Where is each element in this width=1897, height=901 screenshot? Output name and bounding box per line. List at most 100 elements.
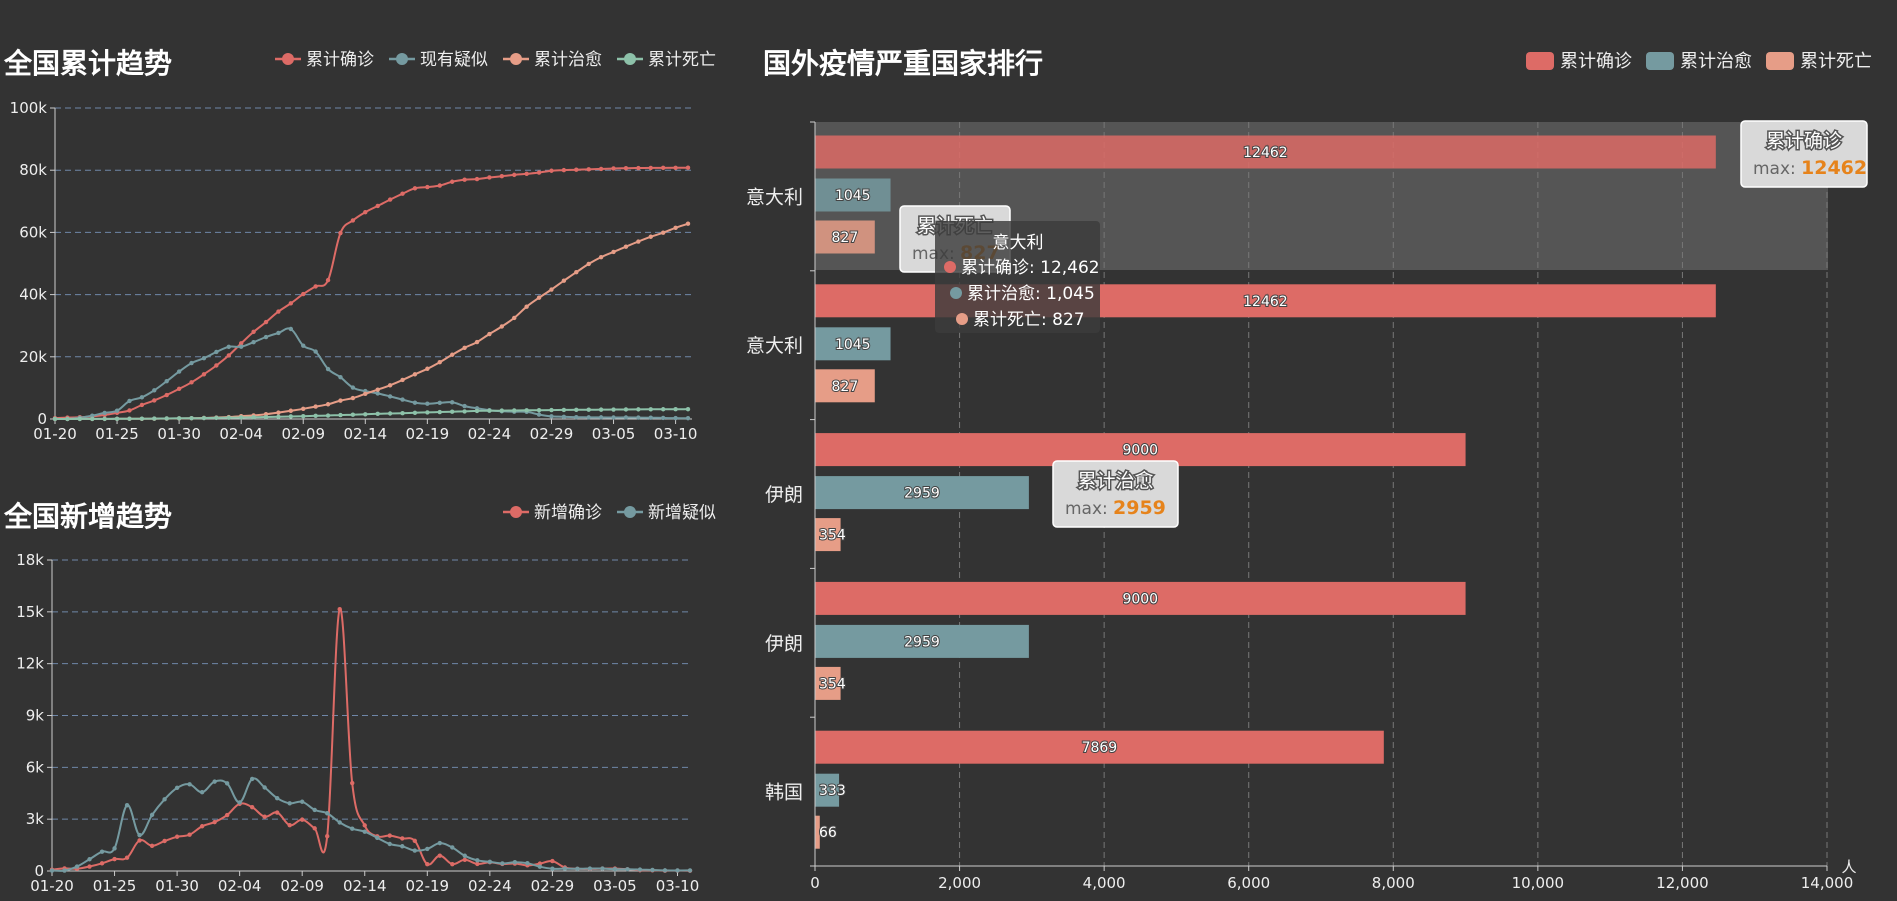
data-point	[412, 410, 418, 415]
legend-label: 累计确诊	[1560, 51, 1632, 72]
category-label: 意大利	[746, 335, 803, 357]
data-point	[301, 406, 306, 411]
x-tick-label: 01-20	[30, 877, 74, 895]
tooltip-row: 累计死亡: 827	[973, 310, 1085, 330]
data-point	[449, 179, 455, 184]
x-tick-label: 02-19	[405, 877, 449, 895]
data-point	[363, 391, 368, 397]
ranking-chart-title: 国外疫情严重国家排行	[763, 47, 1043, 80]
data-point	[561, 407, 567, 413]
data-point	[313, 349, 318, 354]
data-point	[238, 344, 244, 349]
data-point	[525, 860, 530, 866]
data-point	[623, 415, 629, 420]
x-tick-label: 03-05	[592, 425, 636, 443]
data-point	[636, 165, 641, 171]
x-tick-label: 02-04	[219, 425, 263, 443]
data-point	[487, 408, 492, 413]
data-point	[276, 414, 281, 419]
data-point	[673, 165, 678, 170]
data-point	[350, 218, 356, 223]
data-point	[612, 867, 618, 872]
x-tick-label: 02-14	[343, 877, 387, 895]
data-point	[660, 407, 666, 412]
data-point	[187, 832, 192, 837]
data-point	[301, 413, 306, 419]
tooltip-row: 累计确诊: 12,462	[961, 258, 1100, 278]
data-point	[251, 329, 256, 335]
data-point	[337, 607, 342, 612]
category-label: 意大利	[746, 186, 803, 208]
x-tick-label: 6,000	[1227, 874, 1270, 892]
data-point	[600, 866, 605, 871]
data-point	[437, 183, 442, 188]
data-point	[412, 848, 417, 853]
y-tick-label: 9k	[26, 707, 45, 725]
data-point	[487, 859, 493, 865]
mark-point-title: 累计确诊	[1766, 130, 1842, 152]
data-point	[537, 864, 543, 869]
data-point	[139, 395, 145, 400]
data-point	[549, 168, 554, 173]
data-point	[201, 415, 207, 421]
data-point	[263, 319, 269, 325]
data-point	[152, 388, 157, 393]
data-point	[288, 408, 294, 413]
legend-symbol	[282, 53, 294, 65]
data-point	[350, 780, 355, 786]
legend-symbol	[624, 53, 636, 65]
bar-value-label: 9000	[1122, 443, 1158, 459]
data-point	[449, 400, 455, 405]
data-point	[499, 324, 505, 329]
x-tick-label: 2,000	[938, 874, 981, 892]
data-point	[212, 779, 217, 784]
data-point	[561, 414, 567, 419]
data-point	[400, 377, 405, 383]
data-point	[462, 403, 467, 409]
mark-point-label: max:	[1065, 499, 1108, 519]
data-point	[362, 829, 367, 834]
data-point	[673, 415, 678, 421]
legend-symbol	[396, 53, 408, 65]
data-point	[214, 349, 219, 355]
data-point	[224, 812, 230, 818]
x-tick-label: 8,000	[1372, 874, 1415, 892]
data-point	[350, 395, 356, 401]
data-point	[124, 855, 130, 860]
data-point	[338, 398, 343, 403]
data-point	[462, 853, 468, 858]
data-point	[437, 409, 442, 415]
data-point	[139, 402, 145, 408]
data-point	[660, 230, 666, 235]
y-tick-label: 60k	[19, 223, 47, 241]
data-point	[662, 868, 668, 873]
data-point	[549, 287, 554, 292]
data-point	[462, 345, 467, 351]
data-point	[648, 415, 653, 420]
data-point	[152, 398, 157, 403]
legend-item: 累计治愈	[1646, 51, 1752, 72]
data-point	[685, 165, 691, 170]
x-tick-label: 01-20	[33, 425, 77, 443]
x-tick-label: 4,000	[1083, 874, 1126, 892]
data-point	[263, 414, 269, 420]
category-label: 韩国	[765, 782, 803, 804]
data-point	[387, 841, 392, 847]
data-point	[512, 860, 518, 865]
data-point	[338, 375, 343, 380]
data-point	[251, 339, 256, 345]
data-point	[586, 167, 591, 172]
data-point	[687, 868, 693, 873]
data-point	[636, 407, 641, 412]
data-point	[487, 175, 492, 180]
data-point	[685, 221, 691, 226]
data-point	[226, 353, 231, 358]
data-point	[450, 861, 455, 867]
y-tick-label: 15k	[16, 603, 44, 621]
y-tick-label: 18k	[16, 551, 44, 569]
tooltip-marker	[944, 261, 956, 273]
data-point	[189, 360, 194, 366]
data-point	[162, 797, 167, 802]
tooltip-marker	[950, 287, 962, 299]
data-point	[301, 343, 306, 348]
